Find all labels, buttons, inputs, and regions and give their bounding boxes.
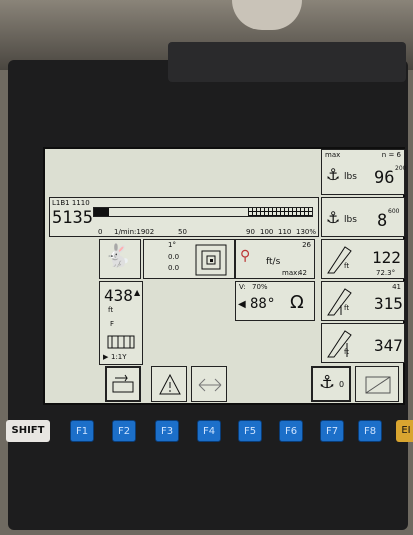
f7-key[interactable]: F7 — [320, 420, 344, 442]
warning-icon — [159, 373, 181, 395]
hook-load-icon: ⚓ — [326, 165, 341, 184]
rabbit-icon: 🐇 — [104, 244, 132, 269]
load-value: 96 — [374, 168, 395, 188]
left-arrow-icon: ◀ — [238, 299, 246, 310]
boom-angle: 72.3° — [376, 269, 396, 277]
boom-length-box: ft 122 72.3° — [321, 239, 405, 279]
tick-100: 100 — [260, 228, 274, 236]
rpm-label: 1/min:1902 — [114, 228, 155, 236]
n-label: n = 6 — [381, 151, 401, 159]
hook-button[interactable]: ⚓ 0 — [311, 366, 351, 402]
boom-length-value: 122 — [372, 248, 401, 267]
f4-key[interactable]: F4 — [197, 420, 221, 442]
load-unit: lbs — [344, 172, 357, 182]
scale-zero: 0 — [98, 228, 103, 236]
f5-key[interactable]: F5 — [238, 420, 262, 442]
boom-unit: ft — [344, 262, 350, 270]
f2-key[interactable]: F2 — [112, 420, 136, 442]
load-bar-grid — [248, 208, 312, 216]
crossed-out-icon — [365, 376, 391, 394]
height-box: 438 ▲ ft F ▶ 1:1Y — [99, 281, 143, 365]
boom-icon — [327, 246, 352, 274]
wind-max-value: 42 — [298, 269, 307, 277]
load-sup: 200 — [395, 165, 407, 172]
winch-ratio: 1:1Y — [111, 353, 127, 361]
level-x: 0.0 — [168, 253, 180, 261]
depth-box: ft 347 — [321, 323, 405, 363]
arrows-icon — [198, 378, 222, 392]
radius-value: 315 — [374, 294, 403, 313]
f8-key[interactable]: F8 — [358, 420, 382, 442]
winch-icon — [107, 335, 135, 349]
max-label: max — [325, 151, 341, 159]
level-target-icon — [195, 244, 227, 276]
slew-v-value: 70% — [252, 283, 268, 291]
wind-max-label: max: — [282, 269, 300, 277]
shift-key[interactable]: SHIFT — [6, 420, 50, 442]
level-y: 0.0 — [168, 264, 180, 272]
slew-icon: Ω — [290, 292, 304, 313]
f6-key[interactable]: F6 — [279, 420, 303, 442]
crossed-out-button[interactable] — [355, 366, 399, 402]
load-code: L1B1 1110 — [52, 199, 90, 207]
depth-unit: ft — [344, 348, 350, 356]
load-bar-fill — [94, 208, 110, 216]
arrows-button[interactable] — [191, 366, 227, 402]
f1-key[interactable]: F1 — [70, 420, 94, 442]
winch-reset-icon — [112, 374, 134, 393]
slew-box: V: 70% ◀ 88° Ω — [235, 281, 315, 321]
up-arrow-icon: ▲ — [134, 288, 141, 297]
f3-key[interactable]: F3 — [155, 420, 179, 442]
height-unit: ft — [108, 306, 114, 314]
load-bar — [93, 207, 313, 217]
play-icon: ▶ — [103, 353, 109, 361]
right-load-value: 8 — [377, 211, 388, 231]
hook-load-icon: ⚓ — [326, 208, 341, 227]
en-key[interactable]: EI — [396, 420, 413, 442]
function-key-row: SHIFT F1 F2 F3 F4 F5 F6 F7 F8 EI — [0, 420, 413, 446]
slew-v-label: V: — [239, 283, 246, 291]
speed-mode-box[interactable]: 🐇 — [99, 239, 141, 279]
right-load-box: ⚓ lbs 8 600 — [321, 197, 405, 237]
radius-icon — [327, 288, 352, 316]
tick-90: 90 — [246, 228, 255, 236]
mount-bracket — [168, 42, 406, 82]
right-load-sup: 600 — [388, 208, 400, 215]
depth-value: 347 — [374, 336, 403, 355]
warning-button[interactable] — [151, 366, 187, 402]
wind-top: 26 — [302, 241, 311, 249]
anemometer-icon: ⚲ — [240, 248, 251, 264]
radius-box: 41 ft 315 — [321, 281, 405, 321]
wind-unit: ft/s — [266, 257, 281, 267]
height-value: 438 — [104, 286, 133, 305]
height-flag: F — [110, 320, 115, 328]
level-angle: 1° — [168, 241, 176, 249]
tick-50: 50 — [178, 228, 187, 236]
radius-unit: ft — [344, 304, 350, 312]
max-load-box: max n = 6 ⚓ lbs 96 200 — [321, 149, 407, 195]
slew-angle: 88° — [250, 296, 276, 312]
tick-130: 130% — [296, 228, 317, 236]
wind-box: 26 ⚲ ft/s max: 42 — [235, 239, 315, 279]
tick-110: 110 — [278, 228, 292, 236]
winch-reset-button[interactable] — [105, 366, 141, 402]
right-load-unit: lbs — [344, 215, 357, 225]
load-bar-box: L1B1 1110 5135 0 1/min:1902 50 90 100 11… — [49, 197, 319, 237]
load-moment-value: 5135 — [52, 208, 93, 228]
hook-icon: ⚓ — [319, 372, 336, 393]
radius-top: 41 — [392, 283, 401, 291]
hook-value: 0 — [339, 380, 345, 389]
crane-display: max n = 6 ⚓ lbs 96 200 L1B1 1110 5135 0 … — [43, 147, 407, 405]
level-box: 1° 0.0 0.0 — [143, 239, 235, 279]
